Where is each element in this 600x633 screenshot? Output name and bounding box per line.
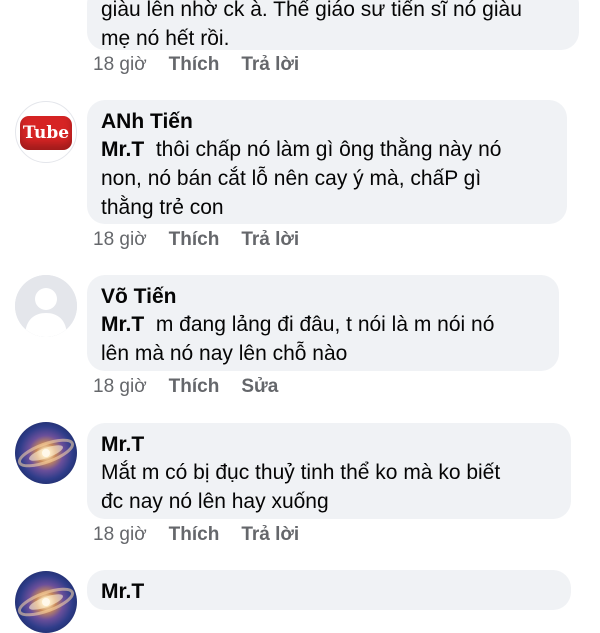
mention-tag[interactable]: Mr.T bbox=[101, 313, 144, 336]
like-button[interactable]: Thích bbox=[169, 524, 220, 546]
comment-text: m đang lảng đi đâu, t nói là m nói nó bbox=[155, 313, 495, 336]
reply-button[interactable]: Trả lời bbox=[241, 229, 299, 251]
comment-bubble: Mr.T bbox=[87, 570, 571, 610]
comment-bubble: Mr.T Mắt m có bị đục thuỷ tinh thể ko mà… bbox=[87, 423, 571, 519]
comment-bubble: giàu lên nhờ ck à. Thế giáo sư tiến sĩ n… bbox=[87, 0, 579, 50]
comment-text-line: đc nay nó lên hay xuống bbox=[101, 490, 329, 513]
comment-actions: 18 giờ Thích Trả lời bbox=[93, 229, 299, 251]
reply-button[interactable]: Trả lời bbox=[241, 524, 299, 546]
comment-text-line: lên mà nó nay lên chỗ nào bbox=[101, 342, 348, 365]
comment-author[interactable]: ANh Tiến bbox=[101, 109, 553, 135]
comment-time[interactable]: 18 giờ bbox=[93, 229, 147, 251]
comment-author[interactable]: Mr.T bbox=[101, 432, 557, 458]
comment-bubble: Võ Tiến Mr.T m đang lảng đi đâu, t nói l… bbox=[87, 275, 559, 371]
comment-text-line: Mắt m có bị đục thuỷ tinh thể ko mà ko b… bbox=[101, 461, 501, 484]
comment-text-line: Mr.T thôi chấp nó làm gì ông thằng này n… bbox=[101, 135, 553, 164]
comment-text-line: Mr.T m đang lảng đi đâu, t nói là m nói … bbox=[101, 310, 545, 339]
like-button[interactable]: Thích bbox=[169, 229, 220, 251]
comment-actions: 18 giờ Thích Trả lời bbox=[93, 54, 299, 76]
mention-tag[interactable]: Mr.T bbox=[101, 138, 144, 161]
like-button[interactable]: Thích bbox=[169, 54, 220, 76]
avatar[interactable]: Tube bbox=[15, 101, 77, 163]
comment-time[interactable]: 18 giờ bbox=[93, 524, 147, 546]
avatar[interactable] bbox=[15, 275, 77, 337]
comment-author[interactable]: Mr.T bbox=[101, 579, 557, 605]
comment-text-line: giàu lên nhờ ck à. Thế giáo sư tiến sĩ n… bbox=[101, 0, 522, 21]
reply-button[interactable]: Trả lời bbox=[241, 54, 299, 76]
galaxy-icon bbox=[18, 438, 74, 468]
like-button[interactable]: Thích bbox=[169, 376, 220, 398]
galaxy-icon bbox=[18, 587, 74, 617]
comment-time[interactable]: 18 giờ bbox=[93, 54, 147, 76]
avatar[interactable] bbox=[15, 571, 77, 633]
comment-text-line: non, nó bán cắt lỗ nên cay ý mà, chấP gì bbox=[101, 167, 482, 190]
default-user-icon bbox=[15, 275, 77, 337]
comment-bubble: ANh Tiến Mr.T thôi chấp nó làm gì ông th… bbox=[87, 100, 567, 224]
edit-button[interactable]: Sửa bbox=[241, 376, 278, 398]
comment-text-line: mẹ nó hết rồi. bbox=[101, 27, 230, 50]
youtube-logo-icon: Tube bbox=[20, 116, 72, 150]
comment-text-line: thằng trẻ con bbox=[101, 196, 224, 219]
comment-actions: 18 giờ Thích Trả lời bbox=[93, 524, 299, 546]
comment-text: thôi chấp nó làm gì ông thằng này nó bbox=[155, 138, 502, 161]
avatar[interactable] bbox=[15, 422, 77, 484]
comment-time[interactable]: 18 giờ bbox=[93, 376, 147, 398]
comment-author[interactable]: Võ Tiến bbox=[101, 284, 545, 310]
comment-actions: 18 giờ Thích Sửa bbox=[93, 376, 278, 398]
